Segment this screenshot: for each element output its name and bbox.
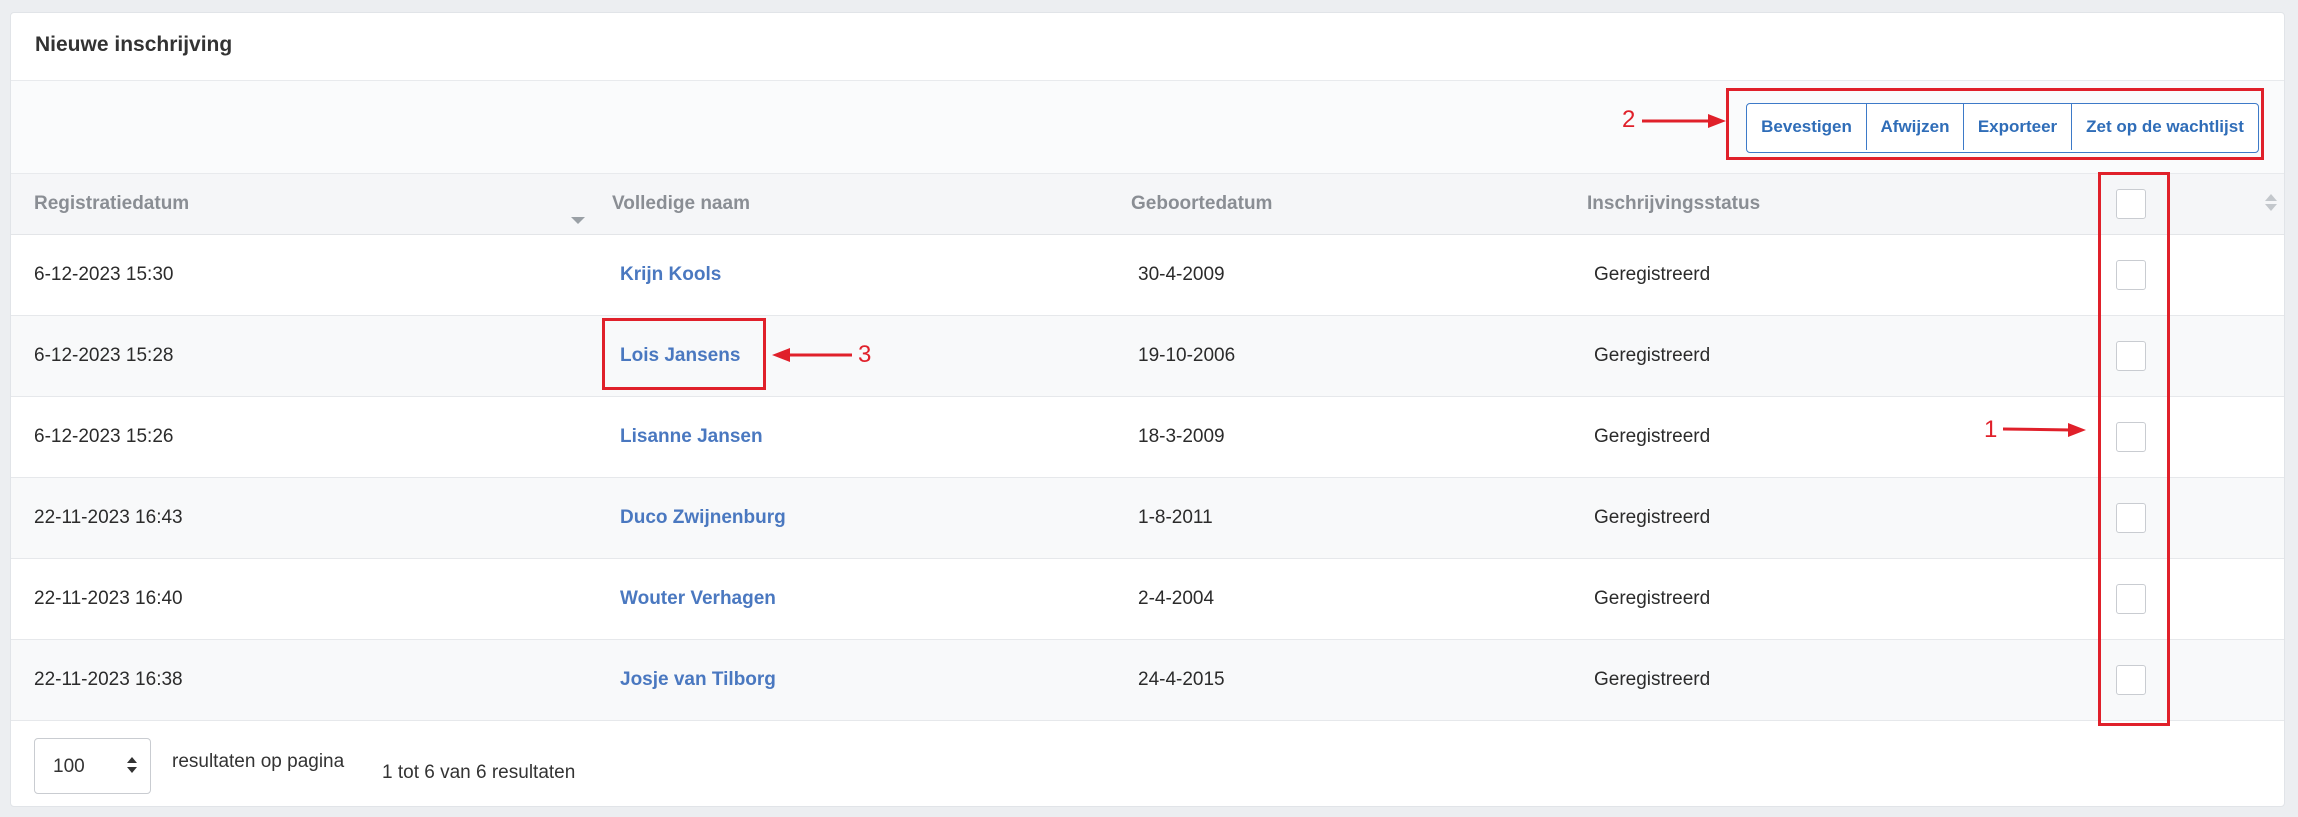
registration-date: 22-11-2023 16:38 [34, 669, 183, 690]
reject-button[interactable]: Afwijzen [1867, 104, 1964, 150]
annotation-label-3: 3 [858, 341, 872, 368]
results-info: 1 tot 6 van 6 resultaten [382, 762, 576, 783]
row-checkbox[interactable] [2116, 584, 2146, 614]
table-row: 22-11-2023 16:40 Wouter Verhagen 2-4-200… [11, 559, 2284, 640]
row-checkbox[interactable] [2116, 341, 2146, 371]
table-row: 22-11-2023 16:38 Josje van Tilborg 24-4-… [11, 640, 2284, 721]
registration-panel: Nieuwe inschrijving Bevestigen Afwijzen … [10, 12, 2285, 807]
birth-date: 19-10-2006 [1138, 345, 1236, 366]
registration-date: 22-11-2023 16:43 [34, 507, 183, 528]
registration-date: 6-12-2023 15:30 [34, 264, 174, 285]
table-row: 6-12-2023 15:26 Lisanne Jansen 18-3-2009… [11, 397, 2284, 478]
full-name-link[interactable]: Wouter Verhagen [620, 588, 776, 610]
action-toolbar: Bevestigen Afwijzen Exporteer Zet op de … [11, 81, 2284, 174]
select-all-checkbox[interactable] [2116, 189, 2146, 219]
registration-date: 6-12-2023 15:26 [34, 426, 174, 447]
annotation-label-2: 2 [1622, 106, 1636, 133]
status-text: Geregistreerd [1594, 588, 1711, 609]
select-updown-icon [127, 757, 137, 777]
status-text: Geregistreerd [1594, 669, 1711, 690]
birth-date: 1-8-2011 [1138, 507, 1213, 528]
table-footer: 100 resultaten op pagina 1 tot 6 van 6 r… [11, 722, 2284, 806]
bulk-action-group: Bevestigen Afwijzen Exporteer Zet op de … [1746, 103, 2259, 153]
col-status[interactable]: Inschrijvingsstatus [1587, 193, 1760, 215]
table-row: 22-11-2023 16:43 Duco Zwijnenburg 1-8-20… [11, 478, 2284, 559]
full-name-link[interactable]: Lisanne Jansen [620, 426, 763, 448]
col-birth-date[interactable]: Geboortedatum [1131, 193, 1272, 215]
panel-header: Nieuwe inschrijving [11, 13, 2284, 81]
registration-date: 6-12-2023 15:28 [34, 345, 174, 366]
full-name-link[interactable]: Lois Jansens [620, 345, 740, 367]
export-button[interactable]: Exporteer [1964, 104, 2072, 150]
page-size-select[interactable]: 100 [34, 738, 151, 794]
annotation-label-1: 1 [1984, 416, 1998, 443]
birth-date: 24-4-2015 [1138, 669, 1225, 690]
sort-desc-icon[interactable] [571, 217, 585, 224]
status-text: Geregistreerd [1594, 345, 1711, 366]
full-name-link[interactable]: Duco Zwijnenburg [620, 507, 786, 529]
row-checkbox[interactable] [2116, 665, 2146, 695]
page-size-label: resultaten op pagina [172, 751, 345, 772]
sort-updown-icon[interactable] [2265, 194, 2277, 214]
birth-date: 30-4-2009 [1138, 264, 1225, 285]
col-registration-date[interactable]: Registratiedatum [34, 193, 189, 215]
confirm-button[interactable]: Bevestigen [1747, 104, 1867, 150]
row-checkbox[interactable] [2116, 260, 2146, 290]
full-name-link[interactable]: Krijn Kools [620, 264, 721, 286]
row-checkbox[interactable] [2116, 503, 2146, 533]
status-text: Geregistreerd [1594, 507, 1711, 528]
page-size-value: 100 [53, 756, 85, 777]
full-name-link[interactable]: Josje van Tilborg [620, 669, 776, 691]
table-row: 6-12-2023 15:30 Krijn Kools 30-4-2009 Ge… [11, 235, 2284, 316]
table-header: Registratiedatum Volledige naam Geboorte… [11, 174, 2284, 235]
status-text: Geregistreerd [1594, 426, 1711, 447]
status-text: Geregistreerd [1594, 264, 1711, 285]
registration-date: 22-11-2023 16:40 [34, 588, 183, 609]
waitlist-button[interactable]: Zet op de wachtlijst [2072, 104, 2258, 150]
birth-date: 2-4-2004 [1138, 588, 1215, 609]
table-row: 6-12-2023 15:28 Lois Jansens 19-10-2006 … [11, 316, 2284, 397]
row-checkbox[interactable] [2116, 422, 2146, 452]
col-full-name[interactable]: Volledige naam [612, 193, 750, 215]
birth-date: 18-3-2009 [1138, 426, 1225, 447]
panel-title: Nieuwe inschrijving [35, 33, 233, 56]
